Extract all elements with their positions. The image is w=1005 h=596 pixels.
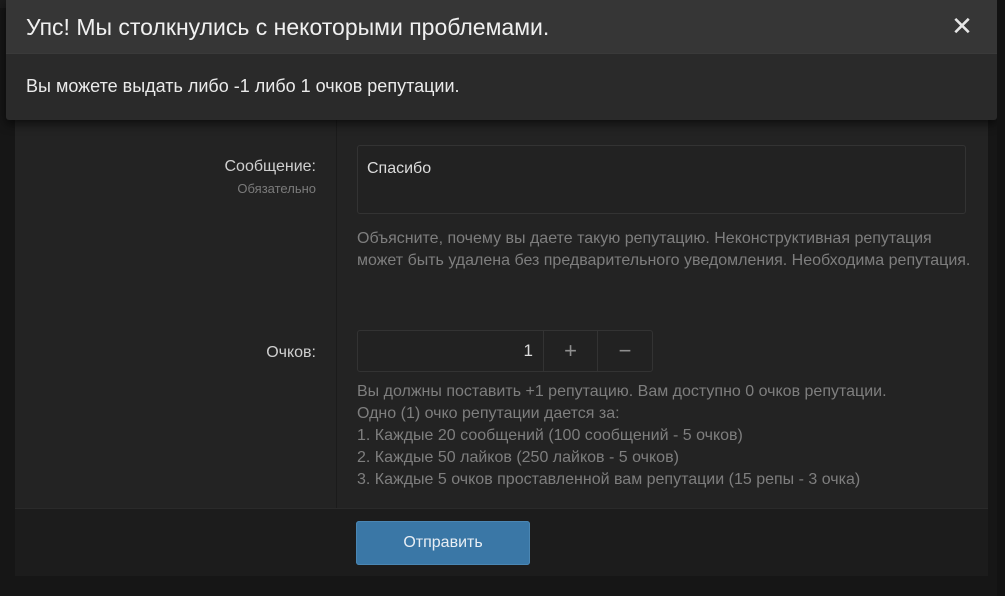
error-dialog-header: Упс! Мы столкнулись с некоторыми проблем… bbox=[6, 0, 997, 54]
points-increment-button[interactable]: + bbox=[544, 331, 598, 371]
points-explain-line: Одно (1) очко репутации дается за: bbox=[357, 405, 620, 422]
error-dialog: Упс! Мы столкнулись с некоторыми проблем… bbox=[6, 0, 997, 120]
points-stepper: 1 + − bbox=[357, 330, 653, 372]
page-edge bbox=[997, 0, 1005, 596]
message-required-hint: Обязательно bbox=[237, 181, 316, 196]
close-icon[interactable]: ✕ bbox=[949, 11, 975, 41]
points-label: Очков: bbox=[266, 344, 316, 361]
points-value-input[interactable]: 1 bbox=[358, 331, 544, 371]
points-explain-line: 2. Каждые 50 лайков (250 лайков - 5 очко… bbox=[357, 449, 679, 466]
submit-button[interactable]: Отправить bbox=[356, 521, 530, 565]
label-column-divider bbox=[336, 100, 337, 508]
points-explain-text: Вы должны поставить +1 репутацию. Вам до… bbox=[357, 381, 977, 491]
error-title: Упс! Мы столкнулись с некоторыми проблем… bbox=[26, 14, 550, 40]
message-label: Сообщение: bbox=[224, 158, 316, 175]
message-explain-text: Объясните, почему вы даете такую репутац… bbox=[357, 230, 971, 269]
message-input[interactable]: Спасибо bbox=[357, 145, 966, 214]
points-explain-line: Вы должны поставить +1 репутацию. Вам до… bbox=[357, 383, 887, 400]
points-decrement-button[interactable]: − bbox=[598, 331, 652, 371]
points-explain-line: 1. Каждые 20 сообщений (100 сообщений - … bbox=[357, 427, 743, 444]
points-explain-line: 3. Каждые 5 очков проставленной вам репу… bbox=[357, 471, 861, 488]
error-message: Вы можете выдать либо -1 либо 1 очков ре… bbox=[26, 76, 460, 96]
